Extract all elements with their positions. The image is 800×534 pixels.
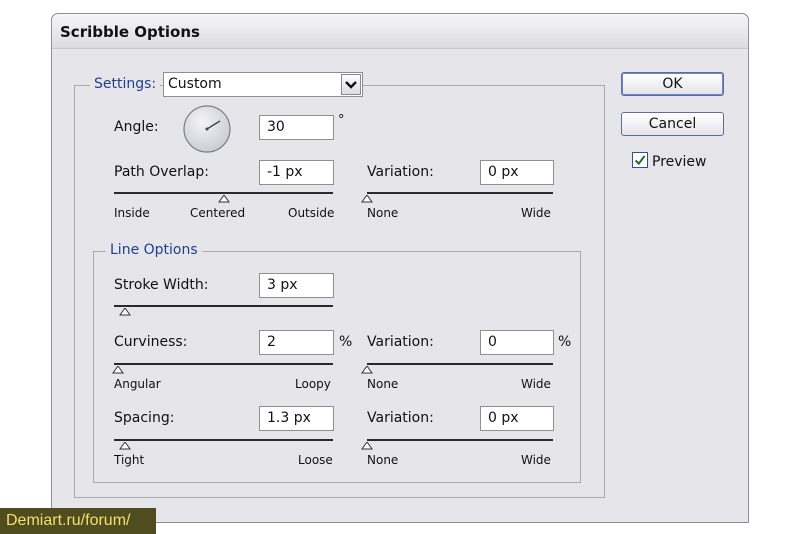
path-overlap-mid-label: Centered [190, 206, 246, 220]
stroke-width-input[interactable]: 3 px [259, 273, 334, 298]
path-overlap-slider-thumb[interactable] [217, 195, 230, 203]
angle-input[interactable]: 30 [259, 115, 334, 140]
curviness-variation-slider-thumb[interactable] [361, 366, 373, 374]
spacing-input[interactable]: 1.3 px [259, 406, 334, 431]
spacing-slider-track[interactable] [114, 439, 333, 441]
curviness-variation-min-label: None [367, 377, 399, 391]
curviness-variation-label: Variation: [367, 334, 434, 350]
line-options-legend: Line Options [106, 242, 202, 258]
curviness-variation-unit: % [558, 334, 572, 350]
path-overlap-min-label: Inside [114, 206, 150, 220]
title-bar[interactable]: Scribble Options [52, 14, 748, 49]
cancel-button[interactable]: Cancel [621, 112, 724, 136]
variation-input[interactable]: 0 px [480, 160, 554, 185]
spacing-label: Spacing: [114, 410, 175, 426]
variation-slider-track[interactable] [367, 192, 553, 194]
angle-unit: ° [338, 113, 345, 128]
spacing-min-label: Tight [114, 453, 145, 467]
spacing-variation-slider-thumb[interactable] [361, 442, 373, 450]
curviness-min-label: Angular [114, 377, 161, 391]
variation-label: Variation: [367, 164, 434, 180]
angle-dial[interactable] [182, 104, 232, 154]
variation-max-label: Wide [521, 206, 551, 220]
settings-preset-value: Custom [168, 76, 222, 92]
settings-label: Settings: [90, 76, 161, 92]
path-overlap-input[interactable]: -1 px [259, 160, 334, 185]
spacing-variation-input[interactable]: 0 px [480, 406, 554, 431]
curviness-variation-slider-track[interactable] [367, 363, 553, 365]
curviness-label: Curviness: [114, 334, 188, 350]
spacing-max-label: Loose [298, 453, 333, 467]
variation-slider-thumb[interactable] [361, 195, 373, 203]
preview-label: Preview [652, 154, 707, 170]
spacing-variation-slider-track[interactable] [367, 439, 553, 441]
curviness-variation-input[interactable]: 0 [480, 330, 554, 355]
path-overlap-max-label: Outside [288, 206, 335, 220]
dialog-title: Scribble Options [60, 23, 200, 41]
angle-label: Angle: [114, 119, 159, 135]
settings-preset-select[interactable]: Custom [163, 72, 363, 97]
spacing-variation-label: Variation: [367, 410, 434, 426]
stroke-width-slider-track[interactable] [114, 305, 333, 307]
ok-button[interactable]: OK [621, 72, 724, 96]
curviness-slider-thumb[interactable] [112, 366, 125, 374]
curviness-max-label: Loopy [295, 377, 331, 391]
variation-min-label: None [367, 206, 399, 220]
curviness-input[interactable]: 2 [259, 330, 334, 355]
curviness-unit: % [339, 334, 353, 350]
preview-checkbox[interactable] [632, 152, 648, 168]
curviness-variation-max-label: Wide [521, 377, 551, 391]
stroke-width-label: Stroke Width: [114, 277, 209, 293]
checkmark-icon [634, 155, 646, 166]
path-overlap-label: Path Overlap: [114, 164, 209, 180]
spacing-variation-max-label: Wide [521, 453, 551, 467]
chevron-down-icon[interactable] [341, 74, 361, 95]
curviness-slider-track[interactable] [114, 363, 333, 365]
stroke-width-slider-thumb[interactable] [118, 308, 131, 316]
watermark-label: Demiart.ru/forum/ [0, 508, 156, 534]
spacing-slider-thumb[interactable] [118, 442, 131, 450]
path-overlap-slider-track[interactable] [114, 192, 333, 194]
spacing-variation-min-label: None [367, 453, 399, 467]
